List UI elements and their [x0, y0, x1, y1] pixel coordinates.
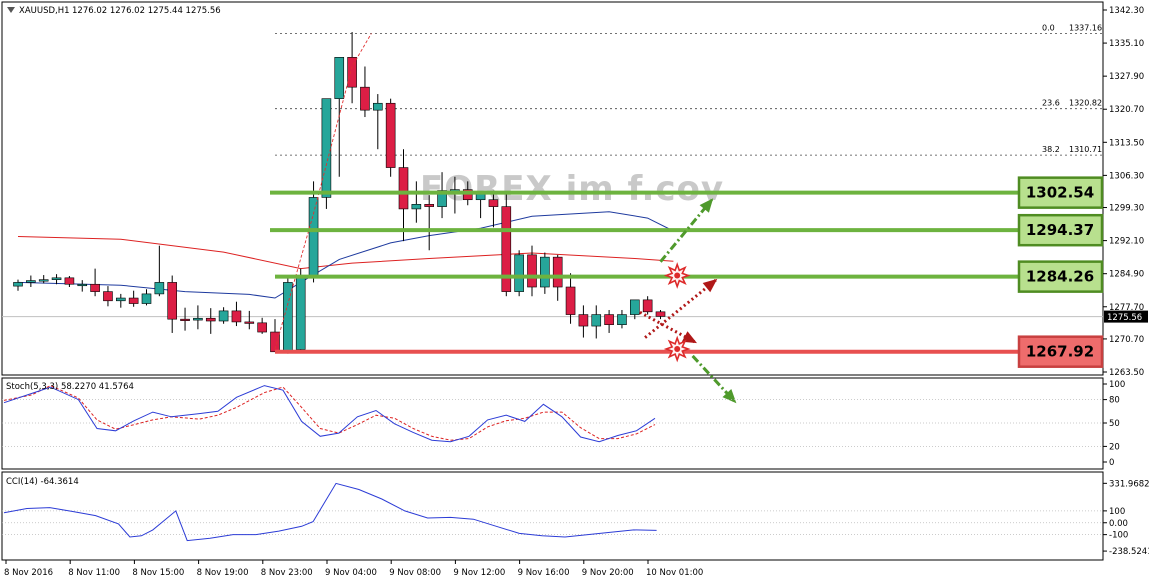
resistance-level-label: 1294.37 — [1026, 221, 1094, 239]
candle-bear — [64, 277, 75, 285]
support-level-label: 1267.92 — [1026, 343, 1094, 361]
time-tick-label: 8 Nov 19:00 — [197, 568, 249, 578]
candle-bear — [527, 254, 537, 288]
candle-bull — [116, 297, 126, 302]
resistance-hit-star-icon-core — [674, 272, 681, 279]
time-tick-label: 10 Nov 01:00 — [646, 568, 703, 578]
price-tick-label: 1263.50 — [1109, 368, 1144, 378]
support-hit-star-icon-core — [674, 346, 681, 353]
candle-bull — [218, 310, 229, 322]
candle-bear — [167, 282, 177, 320]
candle-bull — [193, 317, 203, 321]
stoch-tick-label: 80 — [1109, 396, 1120, 406]
candle-bull — [591, 314, 602, 327]
time-tick-label: 8 Nov 2016 — [4, 568, 53, 578]
time-tick-label: 8 Nov 23:00 — [261, 568, 313, 578]
price-tick-label: 1270.70 — [1109, 335, 1144, 345]
stoch-tick-label: 0 — [1109, 458, 1114, 468]
candle-bull — [51, 277, 62, 280]
price-tick-label: 1342.30 — [1109, 6, 1144, 16]
fib-price-label: 1320.82 — [1069, 99, 1102, 108]
candle-bear — [655, 311, 666, 317]
candle-bull — [617, 314, 627, 325]
candle-bull — [321, 98, 332, 198]
ohlc-values: 1276.02 1276.02 1275.44 1275.56 — [72, 6, 221, 16]
time-tick-label: 9 Nov 08:00 — [389, 568, 441, 578]
cci-tick-label: 0.00 — [1109, 519, 1128, 529]
time-tick-label: 8 Nov 15:00 — [132, 568, 184, 578]
candle-bear — [257, 322, 267, 333]
cci-title: CCI(14) -64.3614 — [6, 477, 79, 487]
candle-bull — [26, 280, 36, 283]
candle-bull — [411, 204, 422, 210]
price-tick-label: 1320.70 — [1109, 105, 1144, 115]
candle-bull — [13, 282, 23, 287]
candle-bear — [398, 167, 409, 210]
current-price-label: 1275.56 — [1107, 313, 1142, 323]
candle-bear — [488, 199, 499, 207]
candle-bull — [540, 256, 550, 288]
candle-bull — [38, 279, 49, 282]
candle-bear — [231, 310, 242, 323]
price-tick-label: 1299.30 — [1109, 204, 1144, 214]
candle-bear — [642, 299, 653, 313]
candle-bull — [295, 277, 306, 350]
cci-tick-label: 100 — [1109, 507, 1125, 517]
candle-bear — [578, 314, 589, 327]
candle-bull — [629, 299, 640, 315]
candle-bear — [385, 102, 396, 168]
candle-bull — [77, 283, 88, 287]
candle-bull — [514, 254, 524, 292]
price-tick-label: 1292.10 — [1109, 237, 1144, 247]
candle-bear — [128, 297, 139, 304]
candle-bull — [334, 57, 345, 99]
candle-bear — [205, 317, 216, 322]
symbol-label: XAUUSD,H1 — [19, 6, 70, 16]
candle-bear — [90, 283, 100, 292]
fib-ratio-label: 38.2 — [1042, 145, 1060, 154]
candle-bear — [565, 286, 576, 315]
stoch-title: Stoch(5,3,3) 58.2270 41.5764 — [6, 382, 134, 392]
price-tick-label: 1335.10 — [1109, 39, 1144, 49]
candle-bear — [552, 256, 563, 288]
candle-bear — [424, 204, 435, 207]
cci-panel — [1, 471, 1104, 561]
cci-tick-label: -238.5241 — [1109, 547, 1149, 557]
candle-bull — [372, 102, 383, 111]
price-tick-label: 1313.50 — [1109, 138, 1144, 148]
price-tick-label: 1306.30 — [1109, 171, 1144, 181]
candle-bear — [360, 86, 370, 111]
stoch-tick-label: 50 — [1109, 419, 1120, 429]
candle-bear — [604, 314, 614, 325]
resistance-level-label: 1284.26 — [1026, 268, 1094, 286]
fib-ratio-label: 0.0 — [1042, 24, 1055, 33]
candle-bear — [180, 318, 190, 321]
time-tick-label: 9 Nov 16:00 — [518, 568, 570, 578]
candle-bull — [308, 197, 319, 276]
candle-bear — [103, 291, 113, 302]
candle-bull — [141, 293, 152, 304]
time-tick-label: 9 Nov 04:00 — [325, 568, 377, 578]
cci-tick-label: 331.9682 — [1109, 479, 1149, 489]
chart-canvas: XAUUSD,H1 1276.02 1276.02 1275.44 1275.5… — [1, 1, 1149, 578]
candle-bull — [154, 282, 165, 295]
candle-bull — [283, 282, 293, 353]
resistance-level-label: 1302.54 — [1026, 184, 1094, 202]
candle-bear — [347, 57, 357, 88]
stoch-panel — [1, 377, 1104, 470]
price-tick-label: 1284.90 — [1109, 270, 1144, 280]
stoch-tick-label: 20 — [1109, 442, 1120, 452]
time-tick-label: 9 Nov 12:00 — [453, 568, 505, 578]
watermark: FOREX im f.cov — [420, 169, 724, 209]
price-tick-label: 1327.90 — [1109, 72, 1144, 82]
cci-tick-label: -100 — [1109, 531, 1128, 541]
stoch-tick-label: 100 — [1109, 380, 1125, 390]
candle-bear — [244, 321, 255, 324]
fib-price-label: 1337.16 — [1069, 24, 1102, 33]
time-tick-label: 8 Nov 11:00 — [68, 568, 120, 578]
candle-bear — [501, 206, 512, 292]
fib-ratio-label: 23.6 — [1042, 99, 1060, 108]
fib-price-label: 1310.71 — [1069, 145, 1102, 154]
time-tick-label: 9 Nov 20:00 — [582, 568, 634, 578]
